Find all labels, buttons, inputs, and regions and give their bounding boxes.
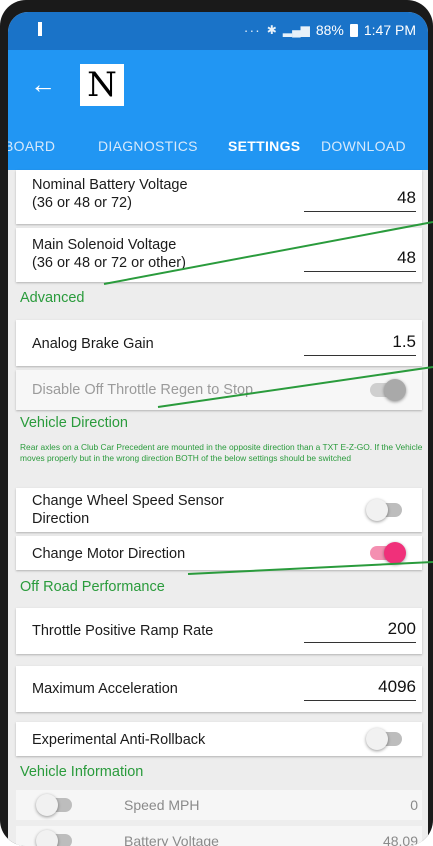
wheel-speed-sensor-label-2: Direction bbox=[32, 511, 90, 527]
tab-bar: BOARD DIAGNOSTICS SETTINGS DOWNLOAD bbox=[8, 120, 428, 170]
status-icons: ··· ✱ ▂▄▆ 88% 1:47 PM bbox=[244, 22, 416, 38]
status-bar: ··· ✱ ▂▄▆ 88% 1:47 PM bbox=[8, 12, 428, 50]
wheel-speed-sensor-label: Change Wheel Speed Sensor bbox=[32, 493, 224, 509]
speed-mph-row: Speed MPH 0 bbox=[16, 790, 422, 820]
disable-regen-toggle[interactable] bbox=[370, 379, 406, 401]
speed-mph-label: Speed MPH bbox=[124, 797, 200, 813]
anti-rollback-row: Experimental Anti-Rollback bbox=[16, 722, 422, 756]
tab-diagnostics[interactable]: DIAGNOSTICS bbox=[98, 138, 198, 154]
toggle-knob bbox=[36, 830, 58, 846]
nominal-voltage-row: Nominal Battery Voltage (36 or 48 or 72)… bbox=[16, 170, 422, 224]
throttle-ramp-input[interactable]: 200 bbox=[304, 619, 416, 643]
device-frame: ··· ✱ ▂▄▆ 88% 1:47 PM ← N BOARD DIAGNOST… bbox=[0, 0, 433, 846]
max-accel-input[interactable]: 4096 bbox=[304, 677, 416, 701]
battery-voltage-row: Battery Voltage 48.09 bbox=[16, 826, 422, 846]
wheel-speed-sensor-row: Change Wheel Speed Sensor Direction bbox=[16, 488, 422, 532]
toggle-knob bbox=[384, 379, 406, 401]
motor-direction-toggle[interactable] bbox=[370, 542, 406, 564]
speed-mph-toggle[interactable] bbox=[36, 794, 72, 816]
battery-voltage-value: 48.09 bbox=[382, 833, 418, 846]
battery-voltage-label: Battery Voltage bbox=[124, 833, 219, 846]
settings-list: Nominal Battery Voltage (36 or 48 or 72)… bbox=[8, 170, 428, 846]
tab-settings[interactable]: SETTINGS bbox=[228, 138, 300, 154]
solenoid-voltage-label: Main Solenoid Voltage bbox=[32, 237, 177, 253]
analog-brake-gain-row: Analog Brake Gain 1.5 bbox=[16, 320, 422, 366]
tab-download[interactable]: DOWNLOAD bbox=[321, 138, 406, 154]
speed-mph-value: 0 bbox=[410, 797, 418, 813]
toggle-knob bbox=[366, 728, 388, 750]
toggle-knob bbox=[384, 542, 406, 564]
toggle-knob bbox=[36, 794, 58, 816]
off-road-header: Off Road Performance bbox=[20, 579, 165, 595]
tab-board[interactable]: BOARD bbox=[8, 138, 55, 154]
clock: 1:47 PM bbox=[363, 22, 416, 38]
analog-brake-gain-input[interactable]: 1.5 bbox=[304, 332, 416, 356]
app-logo-icon: N bbox=[80, 64, 124, 106]
advanced-header: Advanced bbox=[20, 290, 85, 306]
max-accel-row: Maximum Acceleration 4096 bbox=[16, 666, 422, 712]
solenoid-voltage-row: Main Solenoid Voltage (36 or 48 or 72 or… bbox=[16, 228, 422, 282]
vehicle-direction-header: Vehicle Direction bbox=[20, 415, 128, 431]
motor-direction-label: Change Motor Direction bbox=[32, 546, 186, 562]
overflow-dots: ··· bbox=[243, 22, 261, 38]
vehicle-direction-note: Rear axles on a Club Car Precedent are m… bbox=[20, 442, 423, 463]
max-accel-label: Maximum Acceleration bbox=[32, 681, 178, 697]
back-arrow-icon[interactable]: ← bbox=[30, 70, 56, 98]
disable-regen-label: Disable Off Throttle Regen to Stop bbox=[32, 382, 254, 398]
throttle-ramp-label: Throttle Positive Ramp Rate bbox=[32, 623, 214, 639]
battery-percent: 88% bbox=[315, 22, 344, 38]
disable-regen-row: Disable Off Throttle Regen to Stop bbox=[16, 370, 422, 410]
battery-voltage-toggle[interactable] bbox=[36, 830, 72, 846]
notification-icon bbox=[38, 22, 42, 36]
motor-direction-row: Change Motor Direction bbox=[16, 536, 422, 570]
solenoid-voltage-hint: (36 or 48 or 72 or other) bbox=[32, 255, 186, 271]
nominal-voltage-label: Nominal Battery Voltage bbox=[32, 177, 188, 193]
battery-icon bbox=[349, 23, 358, 37]
vehicle-info-header: Vehicle Information bbox=[20, 764, 144, 780]
toggle-knob bbox=[366, 499, 388, 521]
analog-brake-gain-label: Analog Brake Gain bbox=[32, 336, 154, 352]
app-bar: ← N bbox=[8, 50, 428, 120]
solenoid-voltage-input[interactable]: 48 bbox=[304, 248, 416, 272]
throttle-ramp-row: Throttle Positive Ramp Rate 200 bbox=[16, 608, 422, 654]
nominal-voltage-input[interactable]: 48 bbox=[304, 188, 416, 212]
signal-icon: ▂▄▆ bbox=[282, 23, 310, 37]
bluetooth-icon: ✱ bbox=[266, 23, 277, 37]
wheel-speed-sensor-toggle[interactable] bbox=[366, 499, 402, 521]
nominal-voltage-hint: (36 or 48 or 72) bbox=[32, 195, 132, 211]
anti-rollback-label: Experimental Anti-Rollback bbox=[32, 732, 206, 748]
anti-rollback-toggle[interactable] bbox=[366, 728, 402, 750]
app-screen: ··· ✱ ▂▄▆ 88% 1:47 PM ← N BOARD DIAGNOST… bbox=[8, 12, 428, 846]
